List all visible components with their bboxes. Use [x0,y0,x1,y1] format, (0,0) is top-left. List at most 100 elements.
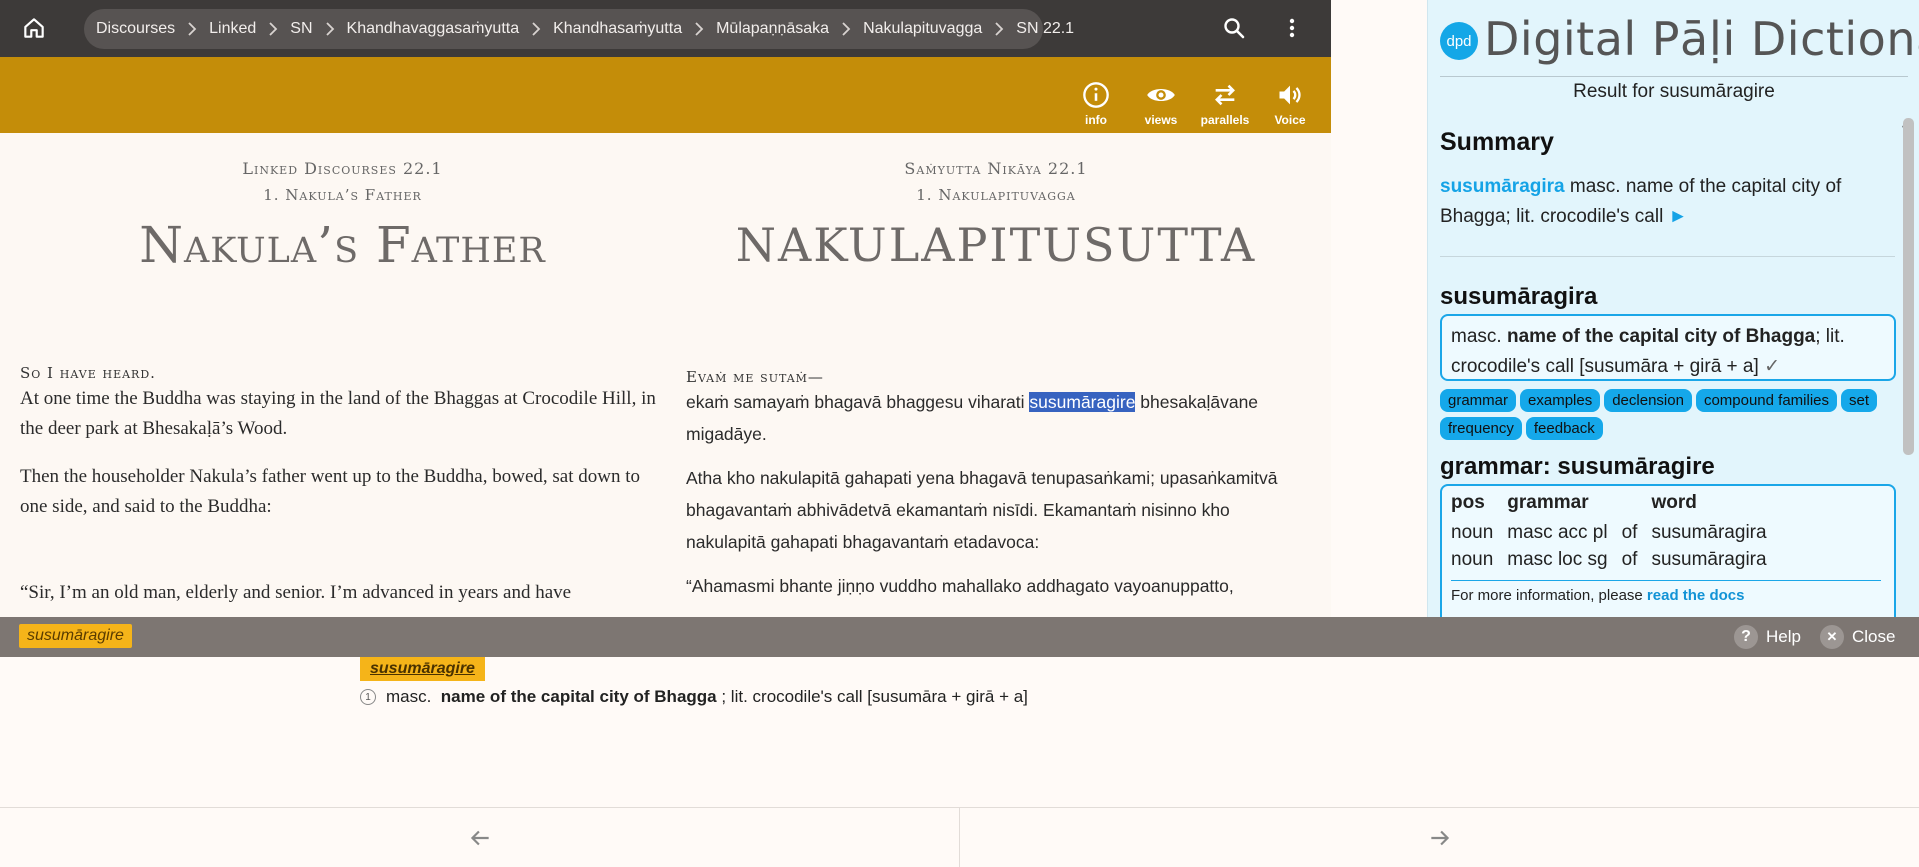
lookup-word-chip[interactable]: susumāragire [19,624,132,648]
close-icon: ✕ [1820,625,1844,649]
grammar-col-header: grammar [1507,492,1589,513]
breadcrumb-item[interactable]: Khandhavaggasaṁyutta [347,20,520,38]
dpd-button-feedback[interactable]: feedback [1525,417,1603,440]
grammar-cell: masc loc sg [1507,549,1608,570]
grammar-table: pos grammar word noun masc acc pl of susumārag… [1451,492,1781,574]
parallels-button[interactable]: parallels [1197,81,1253,127]
dpd-panel: dpd Digital Pāḷi Dictionary Result for s… [1427,0,1919,617]
close-button[interactable]: ✕ Close [1820,625,1895,649]
speaker-icon [1279,85,1301,105]
breadcrumb-item[interactable]: Mūlapaṇṇāsaka [716,20,829,38]
breadcrumb-item[interactable]: Discourses [96,20,175,38]
english-paragraph-3: “Sir, I’m an old man, elderly and senior… [20,582,572,603]
lookup-headword[interactable]: susumāragire [360,657,485,681]
pali-column: Saṁyutta Nikāya 22.1 1. Nakulapituvagga … [686,133,1306,602]
pali-subkicker: 1. Nakulapituvagga [916,186,1076,204]
dpd-button-set[interactable]: set [1841,389,1878,412]
search-button[interactable] [1218,12,1250,44]
english-title: Nakula’s Father [139,216,546,274]
english-paragraph-2: Then the householder Nakula’s father wen… [20,466,640,517]
grammar-box: pos grammar word noun masc acc pl of susumārag… [1440,484,1896,617]
pali-paragraph-3[interactable]: “Ahamasmi bhante jiṇṇo vuddho mahallako … [686,570,1306,602]
dpd-button-frequency[interactable]: frequency [1440,417,1522,440]
chevron-right-icon [694,22,704,36]
pali-kicker: Saṁyutta Nikāya 22.1 [904,159,1088,178]
close-label: Close [1852,627,1896,646]
breadcrumb-item[interactable]: Linked [209,20,256,38]
previous-sutta-button[interactable] [0,808,960,867]
play-icon[interactable]: ► [1669,206,1688,227]
info-button[interactable]: info [1068,81,1124,127]
dpd-button-examples[interactable]: examples [1520,389,1601,412]
help-label: Help [1766,627,1801,646]
grammar-col-header: word [1651,492,1697,513]
help-icon: ? [1734,625,1758,649]
bottom-navigation [0,807,1919,867]
selected-word[interactable]: susumāragire [1029,392,1136,412]
english-opening: So I have heard. [20,364,156,382]
lookup-bar: susumāragire ? Help ✕ Close [0,617,1919,657]
sutta-toolbar: info views parallels Voice [0,57,1331,133]
next-sutta-button[interactable] [961,808,1919,867]
views-button[interactable]: views [1133,81,1189,127]
arrow-left-icon [470,830,489,846]
english-column: Linked Discourses 22.1 1. Nakula’s Fathe… [20,133,665,608]
def-pos: masc. [1451,326,1502,347]
grammar-cell: noun [1451,549,1494,570]
help-button[interactable]: ? Help [1734,625,1801,649]
home-icon [24,18,44,38]
lookup-definition-area: susumāragire 1 masc. name of the capital… [0,657,1919,807]
pali-paragraph-2[interactable]: Atha kho nakulapitā gahapati yena bhagav… [686,462,1306,558]
pali-p1-before[interactable]: ekaṁ samayaṁ bhagavā bhaggesu viharati [686,392,1029,412]
arrow-right-icon [1431,830,1450,846]
english-kicker: Linked Discourses 22.1 [242,159,443,178]
dpd-result-for: Result for susumāragire [1573,81,1775,102]
grammar-row: noun masc acc pl of susumāragira [1451,520,1781,547]
sense-number: 1 [360,689,376,705]
lookup-definition-line: 1 masc. name of the capital city of Bhag… [360,687,1028,707]
dpd-scrollbar[interactable] [1903,118,1914,455]
lookup-pos: masc. [386,687,432,706]
eye-icon [1147,88,1175,102]
more-info-prefix: For more information, please [1451,587,1647,604]
grammar-cell: susumāragira [1651,549,1767,570]
sutta-article: Linked Discourses 22.1 1. Nakula’s Fathe… [0,133,1331,617]
chevron-right-icon [268,22,278,36]
dpd-button-compound-families[interactable]: compound families [1695,389,1837,412]
dpd-button-grammar[interactable]: grammar [1440,389,1517,412]
more-info-text: For more information, please read the do… [1451,587,1885,604]
dpd-button-declension[interactable]: declension [1604,389,1692,412]
chevron-right-icon [531,22,541,36]
search-icon [1224,18,1245,39]
grammar-col-header: pos [1451,492,1485,513]
breadcrumb: Discourses Linked SN Khandhavaggasaṁyutta Kh… [84,9,1074,49]
more-options-button[interactable] [1276,12,1308,44]
summary-word-link[interactable]: susumāragira [1440,176,1565,197]
pali-title: Nakulapitusutta [735,218,1257,272]
def-meaning: name of the capital city of Bhagga [1506,326,1816,347]
breadcrumb-item[interactable]: SN 22.1 [1016,20,1074,38]
grammar-cell: of [1621,522,1638,543]
top-nav-bar: Discourses Linked SN Khandhavaggasaṁyutta Kh… [0,0,1331,57]
dpd-brand-title: Digital Pāḷi Dictionary [1484,12,1919,66]
grammar-heading: grammar: susumāragire [1440,453,1715,480]
headword-definition-box: masc. name of the capital city of Bhagga… [1440,314,1896,381]
dpd-logo: dpd [1440,22,1478,60]
divider [1440,256,1895,257]
voice-button[interactable]: Voice [1262,81,1318,127]
voice-label: Voice [1274,113,1306,127]
swap-icon [1215,84,1235,106]
home-button[interactable] [16,10,52,46]
summary-heading: Summary [1440,128,1554,156]
divider [1451,580,1881,581]
breadcrumb-item[interactable]: SN [290,20,312,38]
breadcrumb-item[interactable]: Nakulapituvagga [863,20,982,38]
breadcrumb-item[interactable]: Khandhasaṁyutta [553,20,682,38]
grammar-cell: noun [1451,522,1494,543]
read-the-docs-link[interactable]: read the docs [1647,587,1745,604]
chevron-right-icon [994,22,1004,36]
dpd-section-buttons: grammar examples declension compound famili… [1440,389,1902,440]
more-vert-icon [1289,18,1295,38]
lookup-meaning: name of the capital city of Bhagga [440,687,717,706]
chevron-right-icon [325,22,335,36]
